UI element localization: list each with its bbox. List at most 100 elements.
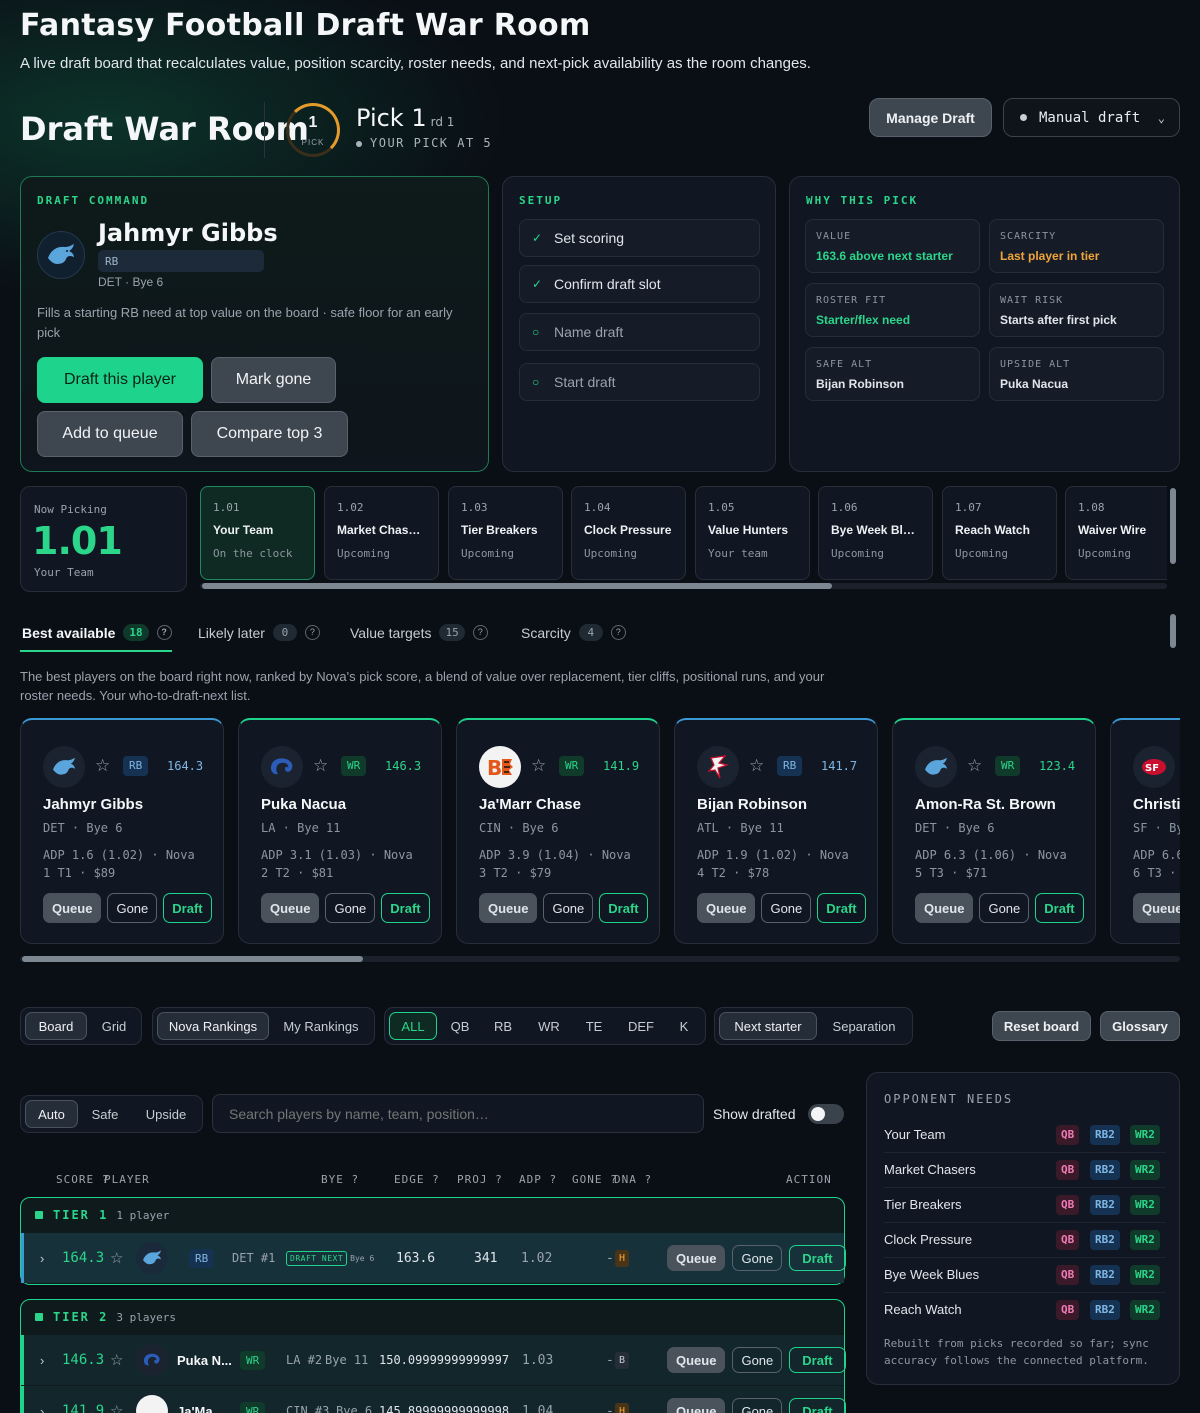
schedule-card[interactable]: 1.01 Your Team On the clock [200, 486, 315, 580]
show-drafted-toggle[interactable] [808, 1104, 844, 1124]
draft-button[interactable]: Draft [789, 1245, 846, 1271]
schedule-card[interactable]: 1.07 Reach Watch Upcoming [942, 486, 1057, 580]
setup-item-start-draft[interactable]: ○ Start draft [519, 363, 760, 401]
col-player[interactable]: PLAYER [104, 1173, 150, 1186]
schedule-vertical-scrollbar[interactable] [1170, 488, 1176, 564]
expand-chevron-icon[interactable]: › [40, 1233, 44, 1283]
player-cards-scrollbar[interactable] [20, 956, 1180, 962]
scrollbar-thumb[interactable] [22, 956, 363, 962]
star-icon[interactable]: ☆ [749, 756, 764, 776]
mode-auto[interactable]: Auto [25, 1100, 78, 1128]
col-gone[interactable]: GONE ? [572, 1173, 618, 1186]
star-icon[interactable]: ☆ [967, 756, 982, 776]
schedule-card[interactable]: 1.03 Tier Breakers Upcoming [448, 486, 563, 580]
tabs-scrollbar[interactable] [1170, 614, 1176, 648]
setup-item-draft-slot[interactable]: ✓ Confirm draft slot [519, 265, 760, 303]
gone-button[interactable]: Gone [107, 893, 158, 923]
expand-chevron-icon[interactable]: › [40, 1386, 44, 1413]
help-icon[interactable]: ? [304, 625, 320, 640]
add-to-queue-button[interactable]: Add to queue [37, 411, 183, 457]
draft-mode-select[interactable]: Manual draft ⌄ [1003, 98, 1180, 137]
tab-best-available[interactable]: Best available 18? [22, 624, 172, 641]
player-card[interactable]: B ☆ WR 141.9 Ja'Marr Chase CIN · Bye 6 A… [456, 718, 660, 944]
filter-wr[interactable]: WR [529, 1012, 569, 1040]
schedule-card[interactable]: 1.02 Market Chasers Upcoming [324, 486, 439, 580]
sort-separation[interactable]: Separation [821, 1012, 907, 1040]
col-proj[interactable]: PROJ ? [457, 1173, 503, 1186]
star-icon[interactable]: ☆ [110, 1335, 123, 1385]
glossary-button[interactable]: Glossary [1100, 1011, 1180, 1041]
schedule-card[interactable]: 1.05 Value Hunters Your team [695, 486, 810, 580]
schedule-scrollbar[interactable] [200, 583, 1167, 589]
col-bye[interactable]: BYE ? [321, 1173, 359, 1186]
queue-button[interactable]: Queue [43, 893, 102, 923]
gone-button[interactable]: Gone [732, 1398, 783, 1413]
table-row[interactable]: › 141.9 ☆ Ja'Ma... WR CIN #3 Bye 6 145.8… [21, 1386, 846, 1413]
tab-value-targets[interactable]: Value targets 15? [350, 624, 488, 641]
reset-board-button[interactable]: Reset board [992, 1011, 1091, 1041]
queue-button[interactable]: Queue [479, 893, 538, 923]
star-icon[interactable]: ☆ [110, 1233, 123, 1283]
gone-button[interactable]: Gone [325, 893, 376, 923]
mode-safe[interactable]: Safe [83, 1100, 127, 1128]
sort-next-starter[interactable]: Next starter [719, 1012, 817, 1040]
star-icon[interactable]: ☆ [531, 756, 546, 776]
setup-item-name-draft[interactable]: ○ Name draft [519, 313, 760, 351]
queue-button[interactable]: Queue [667, 1398, 726, 1413]
player-card[interactable]: ☆ WR 146.3 Puka Nacua LA · Bye 11 ADP 3.… [238, 718, 442, 944]
filter-rb[interactable]: RB [484, 1012, 522, 1040]
help-icon[interactable]: ? [610, 625, 626, 640]
filter-te[interactable]: TE [575, 1012, 613, 1040]
star-icon[interactable]: ☆ [110, 1386, 123, 1413]
table-row[interactable]: › 164.3 ☆ RB DET #1 DRAFT NEXT Bye 6 163.… [21, 1233, 846, 1283]
draft-this-player-button[interactable]: Draft this player [37, 357, 203, 403]
queue-button[interactable]: Queue [697, 893, 756, 923]
my-rankings[interactable]: My Rankings [273, 1012, 369, 1040]
col-score[interactable]: SCORE ? [56, 1173, 109, 1186]
gone-button[interactable]: Gone [732, 1347, 783, 1373]
draft-button[interactable]: Draft [381, 893, 430, 923]
draft-button[interactable]: Draft [817, 893, 866, 923]
queue-button[interactable]: Queue [261, 893, 320, 923]
schedule-card[interactable]: 1.04 Clock Pressure Upcoming [571, 486, 686, 580]
table-row[interactable]: › 146.3 ☆ Puka N... WR LA #2 Bye 11 150.… [21, 1335, 846, 1385]
nova-rankings[interactable]: Nova Rankings [157, 1012, 269, 1040]
player-card[interactable]: ☆ RB 164.3 Jahmyr Gibbs DET · Bye 6 ADP … [20, 718, 224, 944]
mode-upside[interactable]: Upside [135, 1100, 197, 1128]
col-dna[interactable]: DNA ? [614, 1173, 652, 1186]
draft-button[interactable]: Draft [163, 893, 212, 923]
star-icon[interactable]: ☆ [313, 756, 328, 776]
queue-button[interactable]: Queue [667, 1245, 726, 1271]
schedule-card[interactable]: 1.06 Bye Week Blues Upcoming [818, 486, 933, 580]
manage-draft-button[interactable]: Manage Draft [869, 98, 992, 137]
star-icon[interactable]: ☆ [95, 756, 110, 776]
help-icon[interactable]: ? [472, 625, 488, 640]
draft-button[interactable]: Draft [599, 893, 648, 923]
col-edge[interactable]: EDGE ? [394, 1173, 440, 1186]
gone-button[interactable]: Gone [543, 893, 594, 923]
tab-scarcity[interactable]: Scarcity 4? [521, 624, 626, 641]
player-card[interactable]: SF Christian McCaffrey SF · Bye ADP 6.6 6… [1110, 718, 1180, 944]
gone-button[interactable]: Gone [979, 893, 1030, 923]
col-adp[interactable]: ADP ? [519, 1173, 557, 1186]
compare-top-3-button[interactable]: Compare top 3 [191, 411, 348, 457]
queue-button[interactable]: Queue [667, 1347, 726, 1373]
filter-all[interactable]: ALL [389, 1012, 437, 1040]
filter-qb[interactable]: QB [441, 1012, 479, 1040]
schedule-card[interactable]: 1.08 Waiver Wire Upcoming [1065, 486, 1167, 580]
view-board[interactable]: Board [25, 1012, 87, 1040]
filter-k[interactable]: K [667, 1012, 701, 1040]
scrollbar-thumb[interactable] [202, 583, 832, 589]
player-search-input[interactable] [212, 1094, 704, 1133]
mark-gone-button[interactable]: Mark gone [211, 357, 336, 403]
gone-button[interactable]: Gone [761, 893, 812, 923]
view-grid[interactable]: Grid [91, 1012, 137, 1040]
player-card[interactable]: ☆ WR 123.4 Amon-Ra St. Brown DET · Bye 6… [892, 718, 1096, 944]
expand-chevron-icon[interactable]: › [40, 1335, 44, 1385]
filter-def[interactable]: DEF [619, 1012, 663, 1040]
queue-button[interactable]: Queue [915, 893, 974, 923]
draft-button[interactable]: Draft [789, 1347, 846, 1373]
gone-button[interactable]: Gone [732, 1245, 783, 1271]
player-card[interactable]: ☆ RB 141.7 Bijan Robinson ATL · Bye 11 A… [674, 718, 878, 944]
setup-item-scoring[interactable]: ✓ Set scoring [519, 219, 760, 257]
